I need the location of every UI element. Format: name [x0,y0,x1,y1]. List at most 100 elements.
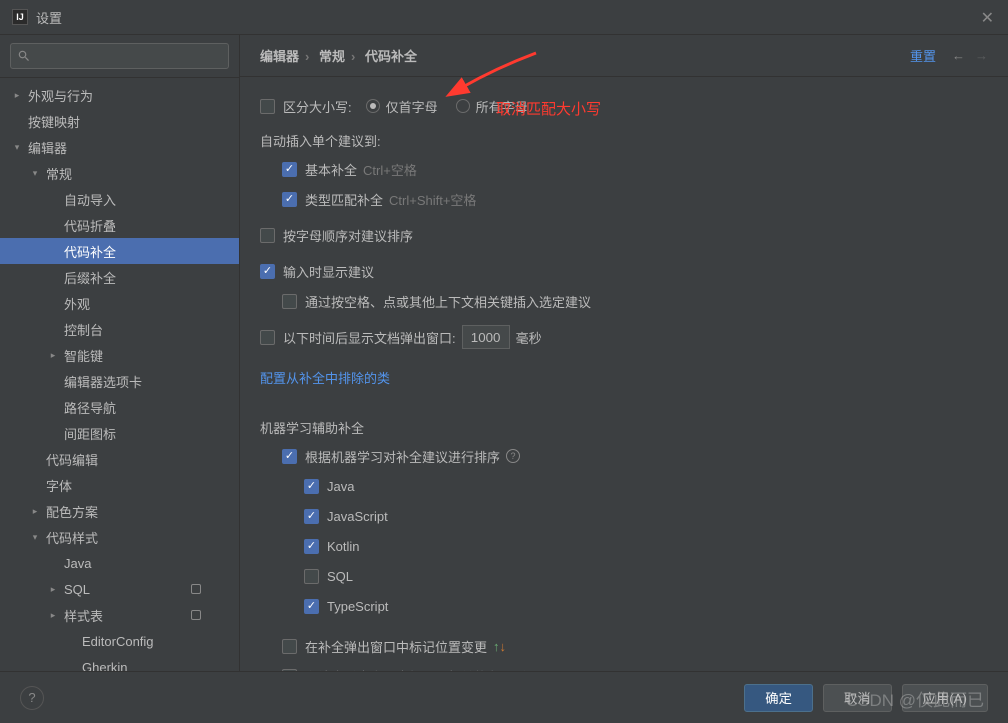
sort-alpha-checkbox[interactable] [260,228,275,243]
tree-item-label: SQL [64,582,239,597]
button-row: 确定 取消 应用(A) [744,684,988,712]
tree-item-3[interactable]: ▾常规 [0,160,239,186]
tree-item-label: 智能键 [64,346,239,365]
tree-item-17[interactable]: ▾代码样式 [0,524,239,550]
tree-item-7[interactable]: 后缀补全 [0,264,239,290]
titlebar: IJ 设置 ✕ [0,0,1008,35]
ml-lang-label: Kotlin [327,539,360,554]
content-body: 区分大小写: 仅首字母 所有字母 自动插入单个建议到: 基本补全 Ctrl+空格… [240,77,1008,671]
match-case-row: 区分大小写: 仅首字母 所有字母 [260,91,988,121]
reset-link[interactable]: 重置 [910,46,936,65]
tree-arrow-icon [28,452,42,466]
type-match-hint: Ctrl+Shift+空格 [389,190,476,209]
ok-button[interactable]: 确定 [744,684,813,712]
forward-arrow-icon[interactable]: → [975,48,988,63]
ml-lang-label: JavaScript [327,509,388,524]
nav-arrows: ← → [952,48,988,63]
ml-lang-label: TypeScript [327,599,388,614]
search-input[interactable] [10,43,229,69]
tree-item-19[interactable]: ▸ SQL [0,576,239,602]
doc-popup-checkbox[interactable] [260,330,275,345]
basic-completion-checkbox[interactable] [282,162,297,177]
tree-item-label: 编辑器 [28,138,239,157]
tree-item-0[interactable]: ▸外观与行为 [0,82,239,108]
show-on-typing-label: 输入时显示建议 [283,262,374,281]
tree-item-1[interactable]: 按键映射 [0,108,239,134]
doc-popup-input[interactable] [462,325,510,349]
type-match-checkbox[interactable] [282,192,297,207]
tree-item-10[interactable]: ▸智能键 [0,342,239,368]
mark-position-checkbox[interactable] [282,639,297,654]
ml-lang-row-kotlin: Kotlin [304,531,988,561]
tree-item-4[interactable]: 自动导入 [0,186,239,212]
tree-arrow-icon: ▾ [28,166,42,180]
tree-item-9[interactable]: 控制台 [0,316,239,342]
scheme-badge-icon [191,584,201,594]
tree-item-14[interactable]: 代码编辑 [0,446,239,472]
tree-item-18[interactable]: Java [0,550,239,576]
settings-tree[interactable]: ▸外观与行为按键映射▾编辑器▾常规自动导入代码折叠代码补全后缀补全外观控制台▸智… [0,78,239,671]
tree-arrow-icon [46,374,60,388]
tree-item-label: 自动导入 [64,190,239,209]
tree-item-label: 样式表 [64,606,239,625]
type-match-row: 类型匹配补全 Ctrl+Shift+空格 [282,184,988,214]
tree-item-16[interactable]: ▸配色方案 [0,498,239,524]
ml-lang-checkbox[interactable] [304,479,319,494]
tree-item-6[interactable]: 代码补全 [0,238,239,264]
mark-position-label: 在补全弹出窗口中标记位置变更 [305,637,487,656]
window-title: 设置 [36,8,62,27]
tree-item-label: Gherkin [82,660,239,672]
tree-item-13[interactable]: 间距图标 [0,420,239,446]
apply-button[interactable]: 应用(A) [902,684,988,712]
mark-relevant-row: 在补全弹出窗口中标记最相关的条目 ★ [282,661,988,671]
ml-lang-checkbox[interactable] [304,539,319,554]
ml-lang-label: Java [327,479,354,494]
search-wrap [0,35,239,78]
ml-lang-row-typescript: TypeScript [304,591,988,621]
cancel-button[interactable]: 取消 [823,684,892,712]
tree-item-5[interactable]: 代码折叠 [0,212,239,238]
tree-item-22[interactable]: Gherkin [0,654,239,671]
back-arrow-icon[interactable]: ← [952,48,965,63]
insert-by-space-checkbox[interactable] [282,294,297,309]
ml-sort-checkbox[interactable] [282,449,297,464]
tree-item-21[interactable]: EditorConfig [0,628,239,654]
close-icon[interactable]: ✕ [981,8,994,28]
tree-item-label: 控制台 [64,320,239,339]
basic-completion-label: 基本补全 [305,160,357,179]
tree-arrow-icon [46,244,60,258]
tree-item-8[interactable]: 外观 [0,290,239,316]
help-icon[interactable]: ? [506,449,520,463]
tree-item-20[interactable]: ▸样式表 [0,602,239,628]
doc-popup-row: 以下时间后显示文档弹出窗口: 毫秒 [260,322,988,352]
insert-by-space-row: 通过按空格、点或其他上下文相关键插入选定建议 [282,286,988,316]
tree-item-2[interactable]: ▾ 编辑器 [0,134,239,160]
ml-lang-checkbox[interactable] [304,569,319,584]
tree-item-15[interactable]: 字体 [0,472,239,498]
tree-item-label: 代码样式 [46,528,239,547]
show-on-typing-checkbox[interactable] [260,264,275,279]
ml-lang-checkbox[interactable] [304,509,319,524]
mark-relevant-checkbox[interactable] [282,669,297,672]
exclude-classes-link[interactable]: 配置从补全中排除的类 [260,368,390,387]
mark-relevant-label: 在补全弹出窗口中标记最相关的条目 [305,667,513,672]
tree-arrow-icon: ▸ [28,504,42,518]
search-icon [17,49,31,63]
tree-arrow-icon [64,634,78,648]
ml-header: 机器学习辅助补全 [260,418,988,437]
match-case-checkbox[interactable] [260,99,275,114]
tree-item-label: 外观 [64,294,239,313]
exclude-link-row: 配置从补全中排除的类 [260,362,988,392]
tree-item-label: 代码折叠 [64,216,239,235]
main-container: ▸外观与行为按键映射▾编辑器▾常规自动导入代码折叠代码补全后缀补全外观控制台▸智… [0,35,1008,671]
tree-arrow-icon: ▾ [10,140,24,154]
show-on-typing-row: 输入时显示建议 [260,256,988,286]
tree-item-12[interactable]: 路径导航 [0,394,239,420]
all-letters-radio[interactable] [456,99,470,113]
first-letter-radio[interactable] [366,99,380,113]
tree-arrow-icon: ▸ [46,582,60,596]
ml-lang-checkbox[interactable] [304,599,319,614]
tree-item-11[interactable]: 编辑器选项卡 [0,368,239,394]
help-button[interactable]: ? [20,686,44,710]
tree-arrow-icon [46,400,60,414]
